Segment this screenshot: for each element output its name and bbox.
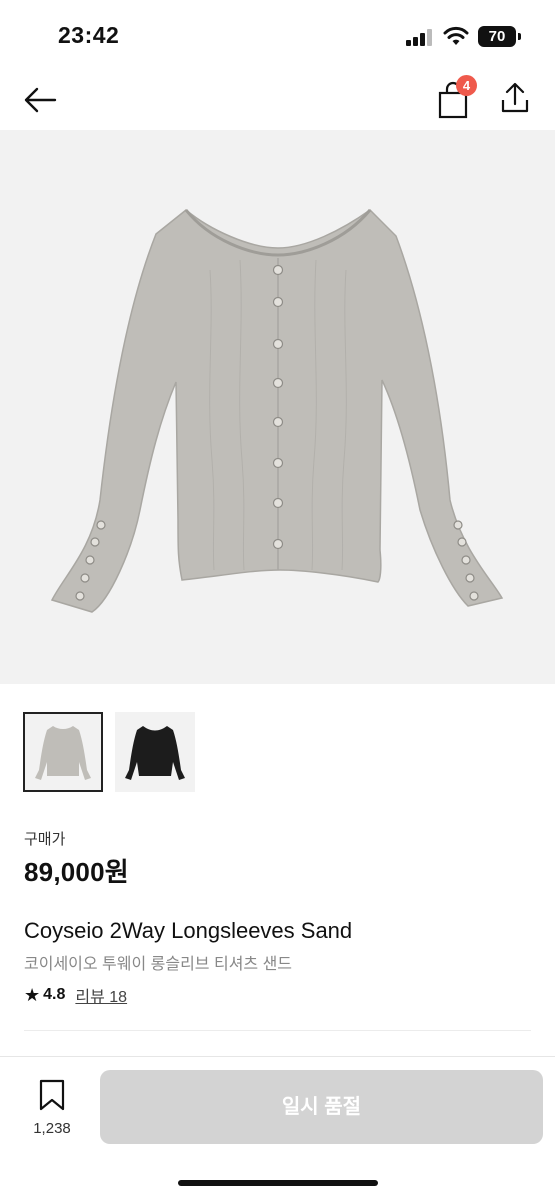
- share-button[interactable]: [493, 76, 537, 120]
- home-indicator: [178, 1180, 378, 1186]
- thumbnail-sand[interactable]: [23, 712, 103, 792]
- nav-bar: 4: [0, 72, 555, 128]
- thumbnail-list: [23, 712, 195, 792]
- review-link[interactable]: 리뷰 18: [75, 983, 127, 1007]
- cart-count-badge: 4: [456, 75, 477, 96]
- thumbnail-black[interactable]: [115, 712, 195, 792]
- wifi-icon: [443, 25, 469, 47]
- price-label: 구매가: [24, 831, 66, 848]
- bottom-action-bar: 1,238 일시 품절: [0, 1056, 555, 1200]
- rating-row: ★ 4.8 리뷰 18: [24, 983, 127, 1007]
- share-icon: [501, 82, 529, 113]
- back-button[interactable]: [18, 78, 62, 122]
- product-subtitle: 코이세이오 투웨이 롱슬리브 티셔츠 샌드: [24, 956, 293, 973]
- rating-value: 4.8: [43, 986, 66, 1003]
- shopping-bag-button[interactable]: 4: [432, 75, 477, 122]
- divider: [24, 1030, 531, 1031]
- cardigan-illustration: [50, 209, 504, 613]
- product-title: Coyseio 2Way Longsleeves Sand: [24, 918, 353, 943]
- arrow-left-icon: [24, 87, 57, 113]
- bookmark-count: 1,238: [33, 1120, 71, 1137]
- battery-cap: [518, 33, 521, 40]
- bookmark-icon: [39, 1079, 65, 1111]
- status-time: 23:42: [58, 22, 120, 48]
- signal-icon: [406, 28, 434, 46]
- battery-icon: 70: [478, 26, 516, 47]
- product-price: 89,000원: [24, 857, 129, 887]
- product-image[interactable]: [0, 130, 555, 684]
- sold-out-button[interactable]: 일시 품절: [100, 1070, 543, 1144]
- status-bar: 23:42 70: [0, 0, 555, 72]
- bookmark-button[interactable]: 1,238: [28, 1079, 76, 1139]
- star-icon: ★: [24, 984, 41, 1005]
